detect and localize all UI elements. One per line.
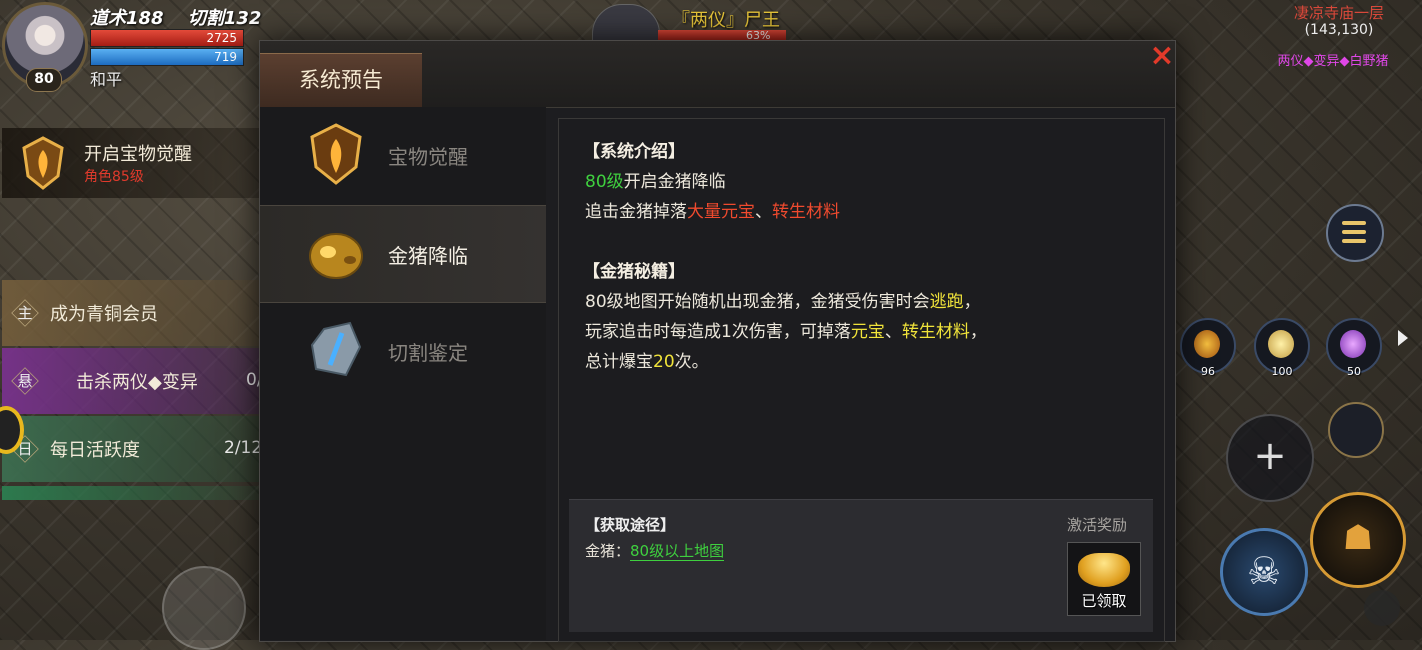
map-coord: (143,130) [1304, 22, 1374, 38]
quest-text: 成为青铜会员 [50, 304, 158, 325]
blue-crystal-icon [310, 321, 362, 377]
highlight-material: 转生材料 [901, 322, 970, 342]
nav-item-golden-pig[interactable]: 金猪降临 [260, 205, 546, 303]
separator: 、 [884, 322, 902, 342]
quest-tag: 主 [12, 300, 38, 326]
treasure-shield-icon [310, 123, 362, 185]
secret-title: 【金猪秘籍】 [583, 262, 685, 282]
expand-arrow-icon[interactable] [1398, 330, 1408, 346]
secret-text: 总计爆宝 [585, 352, 653, 372]
hp-bar: 2725 [90, 29, 244, 47]
highlight-count: 20 [653, 352, 675, 372]
intro-text: 追击金猪掉落 [585, 202, 687, 222]
item-count: 100 [1271, 365, 1293, 378]
route-title: 【获取途径】 [585, 516, 676, 534]
content-panel: 【系统介绍】 80级开启金猪降临 追击金猪掉落大量元宝、转生材料 【金猪秘籍】 … [558, 118, 1165, 642]
purple-orb-icon[interactable]: 50 [1326, 318, 1382, 378]
settings-gear-icon[interactable] [1328, 402, 1384, 458]
boss-portrait [592, 4, 660, 42]
intro-title: 【系统介绍】 [583, 142, 685, 162]
separator: ， [963, 292, 981, 312]
mp-value: 719 [214, 50, 237, 64]
separator: 、 [755, 202, 772, 222]
joystick[interactable] [162, 566, 246, 650]
mp-bar: 719 [90, 48, 244, 66]
route-link[interactable]: 80级以上地图 [630, 542, 725, 561]
quest-bounty[interactable]: 悬 击杀两仪◆变异 0/1 [2, 348, 273, 414]
highlight-flee: 逃跑 [929, 292, 964, 312]
map-name: 凄凉寺庙一层 [1293, 4, 1384, 22]
treasure-shield-icon [22, 136, 64, 190]
modal-nav: 宝物觉醒 金猪降临 切割鉴定 [260, 107, 546, 640]
reward-slot[interactable]: 已领取 [1067, 542, 1141, 616]
nav-label: 切割鉴定 [388, 341, 468, 365]
map-target: 两仪◆变异◆白野猪 [1277, 54, 1389, 69]
player-level-badge: 80 [26, 68, 62, 92]
intro-line-2: 追击金猪掉落大量元宝、转生材料 [585, 197, 840, 222]
nav-item-treasure-awaken[interactable]: 宝物觉醒 [260, 107, 546, 203]
item-count: 50 [1347, 365, 1361, 378]
golden-pig-icon [309, 233, 363, 279]
highlight-material: 转生材料 [772, 202, 840, 222]
secret-text: 80级地图开始随机出现金猪，金猪受伤害时会 [585, 292, 930, 312]
gold-ingot-icon [1078, 553, 1130, 587]
player-stats: 道术188 切割132 [90, 4, 279, 30]
menu-icon[interactable] [1326, 204, 1384, 262]
stat-taoism: 道术188 [90, 8, 164, 29]
intro-line-1: 80级开启金猪降临 [585, 167, 726, 192]
nav-item-cut-identify[interactable]: 切割鉴定 [260, 303, 546, 399]
nav-label: 宝物觉醒 [388, 145, 468, 169]
quest-text: 击杀两仪◆变异 [76, 372, 198, 393]
close-icon[interactable]: × [1149, 41, 1175, 71]
secret-line-3: 总计爆宝20次。 [585, 347, 709, 372]
quest-divider [2, 486, 260, 500]
reward-label: 激活奖励 [1067, 516, 1128, 534]
separator: ， [969, 322, 987, 342]
gold-coil-icon[interactable]: 100 [1254, 318, 1310, 378]
secret-text: 次。 [674, 352, 709, 372]
quest-main[interactable]: 主 成为青铜会员 [2, 280, 260, 346]
nav-label: 金猪降临 [388, 244, 468, 268]
intro-text: 开启金猪降临 [623, 172, 726, 192]
unlock-requirement: 角色85级 [84, 169, 144, 185]
reward-status: 已领取 [1081, 592, 1127, 610]
secret-text: 玩家追击时每造成1次伤害，可掉落 [585, 322, 851, 342]
secret-line-1: 80级地图开始随机出现金猪，金猪受伤害时会逃跑， [585, 287, 981, 312]
skull-skill-icon[interactable]: ☠ [1220, 528, 1308, 616]
potion-icon[interactable]: 96 [1180, 318, 1236, 378]
person-icon[interactable] [1364, 590, 1400, 626]
item-count: 96 [1201, 365, 1215, 378]
highlight-ingot: 大量元宝 [687, 202, 755, 222]
quest-daily[interactable]: 日 每日活跃度 2/120 [2, 416, 273, 482]
plus-icon[interactable]: + [1226, 414, 1314, 502]
secret-line-2: 玩家追击时每造成1次伤害，可掉落元宝、转生材料， [585, 317, 987, 342]
attack-mode[interactable]: 和平 [90, 66, 122, 90]
unlock-title: 开启宝物觉醒 [84, 144, 192, 165]
modal-title-tab: 系统预告 [260, 53, 422, 108]
route-line: 金猪：80级以上地图 [585, 540, 725, 561]
quest-tag: 悬 [12, 368, 38, 394]
route-box: 【获取途径】 金猪：80级以上地图 激活奖励 已领取 [569, 499, 1153, 632]
hp-value: 2725 [206, 31, 237, 45]
intro-level: 80级 [585, 172, 624, 192]
stat-cutting: 切割132 [187, 8, 262, 29]
unlock-hint[interactable]: 开启宝物觉醒 角色85级 [2, 128, 262, 198]
quest-text: 每日活跃度 [50, 440, 140, 461]
highlight-ingot: 元宝 [850, 322, 885, 342]
route-label: 金猪： [585, 542, 631, 560]
mask-skill-icon[interactable]: ☗ [1310, 492, 1406, 588]
